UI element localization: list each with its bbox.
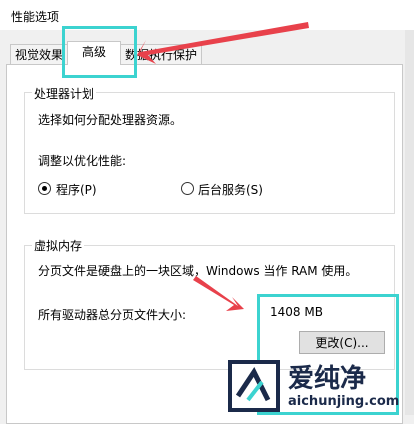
radio-background-services[interactable]: [181, 182, 194, 195]
total-paging-value: 1408 MB: [270, 305, 323, 319]
radio-programs-label[interactable]: 程序(P): [56, 181, 97, 198]
total-paging-label: 所有驱动器总分页文件大小:: [38, 308, 187, 322]
radio-programs[interactable]: [38, 182, 51, 195]
radio-background-services-label[interactable]: 后台服务(S): [198, 181, 263, 198]
watermark-url: aichunjing.com: [288, 394, 400, 409]
tab-dep[interactable]: 数据执行保护: [120, 44, 202, 65]
processor-description: 选择如何分配处理器资源。: [38, 113, 183, 127]
watermark-logo: 爱纯净 aichunjing.com: [224, 356, 414, 415]
change-button[interactable]: 更改(C)...: [299, 331, 385, 354]
watermark-emblem-icon: [228, 360, 280, 412]
tab-advanced-label: 高级: [81, 45, 106, 59]
window-title: 性能选项: [11, 10, 60, 24]
virtual-memory-description: 分页文件是硬盘上的一块区域，Windows 当作 RAM 使用。: [38, 264, 358, 278]
tab-dep-label: 数据执行保护: [124, 48, 197, 62]
radio-selected-dot: [42, 186, 47, 191]
processor-scheduling-title: 处理器计划: [32, 85, 97, 102]
virtual-memory-title: 虚拟内存: [32, 237, 85, 254]
tab-visual-effects-label: 视觉效果: [14, 48, 63, 62]
watermark-brand: 爱纯净: [288, 364, 367, 394]
tab-advanced[interactable]: 高级: [67, 41, 121, 65]
optimize-label: 调整以优化性能:: [38, 154, 127, 168]
tab-visual-effects[interactable]: 视觉效果: [10, 44, 68, 65]
title-bar: 性能选项: [0, 0, 414, 30]
